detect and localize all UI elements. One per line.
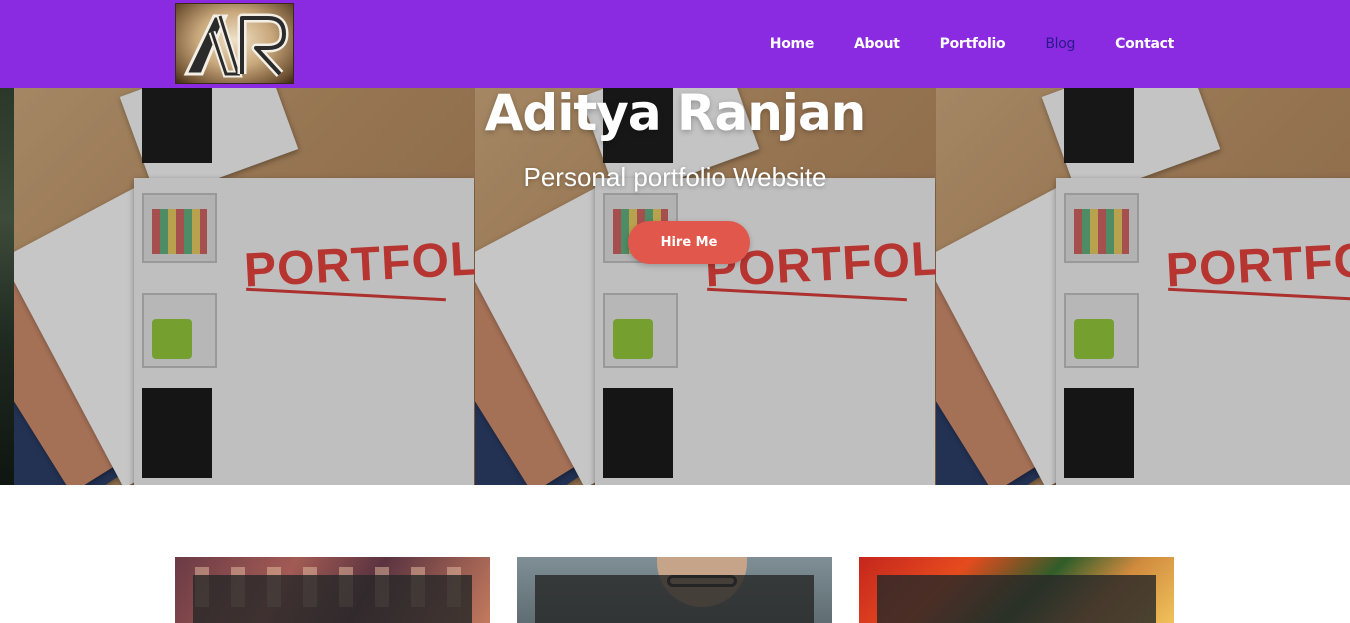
portfolio-card[interactable] — [517, 557, 832, 623]
navbar: Home About Portfolio Blog Contact — [0, 0, 1350, 88]
nav-link-about[interactable]: About — [854, 36, 900, 52]
nav-link-blog[interactable]: Blog — [1045, 36, 1075, 52]
card-overlay — [877, 575, 1156, 623]
nav-link-contact[interactable]: Contact — [1115, 36, 1174, 52]
portfolio-card[interactable] — [859, 557, 1174, 623]
hero-title: Aditya Ranjan — [484, 84, 867, 142]
portfolio-card[interactable] — [175, 557, 490, 623]
logo-monogram-icon — [183, 13, 289, 78]
hero-subtitle: Personal portfolio Website — [523, 162, 827, 192]
cards-section — [175, 557, 1175, 623]
nav-link-portfolio[interactable]: Portfolio — [940, 36, 1006, 52]
hire-me-button[interactable]: Hire Me — [628, 221, 750, 264]
page: PORTFOLIO PORTFOLIO PORTFOLIO Aditya Ran… — [0, 0, 1350, 623]
main-nav: Home About Portfolio Blog Contact — [730, 0, 1175, 88]
site-logo[interactable] — [175, 3, 294, 84]
card-overlay — [193, 575, 472, 623]
card-overlay — [535, 575, 814, 623]
nav-link-home[interactable]: Home — [770, 36, 815, 52]
